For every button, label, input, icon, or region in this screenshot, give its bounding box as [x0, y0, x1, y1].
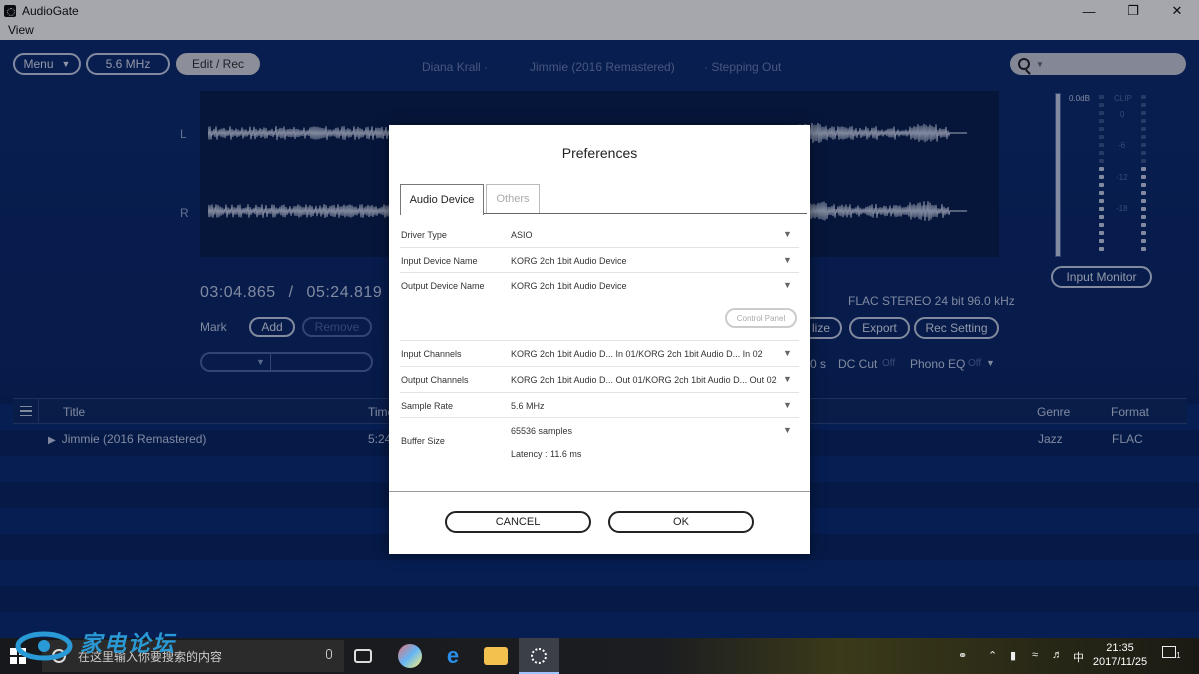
notification-center-icon[interactable]: 1	[1162, 646, 1181, 661]
chevron-down-icon: ▼	[783, 348, 792, 358]
buffer-size-row[interactable]: Buffer Size 65536 samples Latency : 11.6…	[400, 418, 799, 468]
watermark-swoosh-icon	[15, 631, 73, 661]
latency-value: Latency : 11.6 ms	[511, 449, 582, 459]
sample-rate-row[interactable]: Sample Rate 5.6 MHz ▼	[400, 393, 799, 418]
input-device-row[interactable]: Input Device Name KORG 2ch 1bit Audio De…	[400, 248, 799, 273]
chevron-down-icon: ▼	[783, 255, 792, 265]
preferences-dialog: Preferences Audio Device Others Driver T…	[389, 125, 810, 554]
output-channels-row[interactable]: Output Channels KORG 2ch 1bit Audio D...…	[400, 367, 799, 393]
chevron-down-icon: ▼	[783, 280, 792, 290]
chevron-down-icon: ▼	[783, 229, 792, 239]
microphone-icon[interactable]	[326, 649, 332, 659]
audiogate-taskbar-icon[interactable]	[519, 638, 559, 674]
chevron-down-icon: ▼	[783, 374, 792, 384]
dialog-separator	[389, 491, 810, 492]
battery-icon[interactable]: ▮	[1010, 649, 1016, 662]
input-channels-row[interactable]: Input Channels KORG 2ch 1bit Audio D... …	[400, 341, 799, 367]
chevron-down-icon: ▼	[783, 400, 792, 410]
tab-audio-device[interactable]: Audio Device	[400, 184, 484, 215]
dialog-title: Preferences	[561, 145, 638, 161]
paint-app-icon[interactable]	[398, 644, 422, 668]
people-icon[interactable]: ⚭	[958, 649, 967, 662]
driver-type-row[interactable]: Driver Type ASIO ▼	[400, 222, 799, 248]
cancel-button[interactable]: CANCEL	[445, 511, 591, 533]
control-panel-button[interactable]: Control Panel	[725, 308, 797, 328]
taskbar-clock[interactable]: 21:35 2017/11/25	[1092, 641, 1148, 669]
task-view-icon[interactable]	[354, 649, 372, 663]
watermark-text: 家电论坛	[80, 631, 177, 656]
tab-others[interactable]: Others	[486, 184, 540, 213]
volume-icon[interactable]: ♬	[1052, 649, 1063, 661]
watermark-logo: 家电论坛	[14, 626, 194, 670]
output-device-row[interactable]: Output Device Name KORG 2ch 1bit Audio D…	[400, 273, 799, 341]
edge-browser-icon[interactable]: e	[441, 644, 465, 668]
wifi-icon[interactable]: ≈	[1032, 649, 1038, 661]
ime-indicator[interactable]: 中	[1073, 649, 1084, 665]
file-explorer-icon[interactable]	[484, 647, 508, 665]
ok-button[interactable]: OK	[608, 511, 754, 533]
chevron-up-icon[interactable]: ⌃	[988, 649, 997, 662]
chevron-down-icon: ▼	[783, 425, 792, 435]
